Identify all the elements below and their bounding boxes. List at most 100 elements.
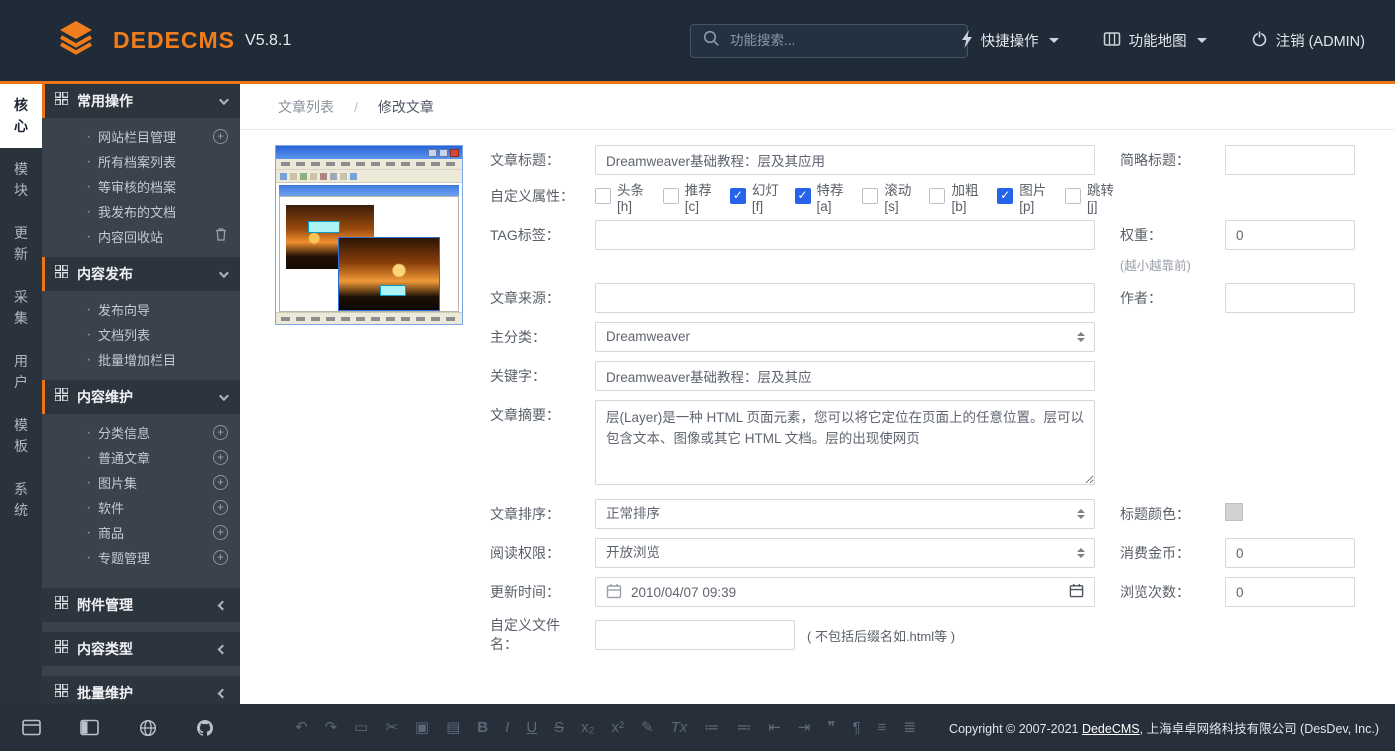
paste-icon[interactable]: ▣ (415, 720, 429, 735)
checkbox-icon[interactable] (862, 188, 878, 204)
checkbox-icon[interactable] (730, 188, 746, 204)
attr-special[interactable]: 特荐[a] (795, 179, 849, 214)
plus-circle-icon[interactable]: + (213, 129, 228, 144)
sidebar-section-content-types[interactable]: 内容类型 (42, 632, 240, 666)
italic-icon[interactable]: I (505, 720, 509, 735)
checkbox-icon[interactable] (929, 188, 945, 204)
logout-button[interactable]: 注销 (ADMIN) (1251, 30, 1365, 51)
author-input[interactable] (1225, 283, 1355, 313)
function-search[interactable] (690, 24, 968, 58)
plus-circle-icon[interactable]: + (213, 500, 228, 515)
sidebar-item-publish-wizard[interactable]: 发布向导 (42, 297, 240, 322)
blockquote-icon[interactable]: ❞ (827, 720, 835, 735)
sidebar-item-batch-add-columns[interactable]: 批量增加栏目 (42, 347, 240, 372)
tag-input[interactable] (595, 220, 1095, 250)
sidebar-item-pending-archives[interactable]: 等审核的档案 (42, 174, 240, 199)
sidebar-section-attachments[interactable]: 附件管理 (42, 588, 240, 622)
outdent-icon[interactable]: ⇤ (768, 720, 781, 735)
format-brush-icon[interactable]: ✎ (641, 720, 654, 735)
sidebar-item-products[interactable]: 商品 + (42, 520, 240, 545)
plus-circle-icon[interactable]: + (213, 550, 228, 565)
quick-actions-menu[interactable]: 快捷操作 (961, 30, 1059, 52)
sidebar-item-category-info[interactable]: 分类信息 + (42, 420, 240, 445)
plus-circle-icon[interactable]: + (213, 475, 228, 490)
rail-tab-modules[interactable]: 模块 (0, 148, 42, 212)
superscript-icon[interactable]: x² (612, 720, 625, 735)
subscript-icon[interactable]: x₂ (581, 720, 594, 735)
sidebar-item-recycle-bin[interactable]: 内容回收站 (42, 224, 240, 249)
trash-icon[interactable] (214, 227, 228, 247)
breadcrumb-article-list[interactable]: 文章列表 (278, 97, 334, 117)
layout-panel-icon[interactable] (80, 719, 99, 736)
attr-image[interactable]: 图片[p] (997, 179, 1051, 214)
calendar-picker-icon[interactable] (1069, 583, 1084, 601)
title-color-swatch[interactable] (1225, 503, 1243, 521)
ordered-list-icon[interactable]: ≔ (704, 720, 719, 735)
sidebar-item-image-gallery[interactable]: 图片集 + (42, 470, 240, 495)
redo-icon[interactable]: ↷ (325, 720, 338, 735)
attr-headline[interactable]: 头条[h] (595, 179, 649, 214)
read-perm-select[interactable]: 开放浏览 (595, 538, 1095, 568)
sidebar-section-content-publish[interactable]: 内容发布 (42, 257, 240, 291)
paragraph-icon[interactable]: ¶ (852, 720, 860, 735)
filename-input[interactable] (595, 620, 795, 650)
bold-icon[interactable]: B (477, 720, 488, 735)
unordered-list-icon[interactable]: ≕ (736, 720, 751, 735)
attr-recommend[interactable]: 推荐[c] (663, 179, 716, 214)
source-icon[interactable]: ▭ (354, 720, 368, 735)
brand[interactable]: DEDECMS V5.8.1 (55, 18, 291, 63)
views-input[interactable] (1225, 577, 1355, 607)
sidebar-item-software[interactable]: 软件 + (42, 495, 240, 520)
sidebar-item-topics[interactable]: 专题管理 + (42, 545, 240, 570)
keywords-input[interactable] (595, 361, 1095, 391)
sort-select[interactable]: 正常排序 (595, 499, 1095, 529)
paste-word-icon[interactable]: ▤ (446, 720, 460, 735)
undo-icon[interactable]: ↶ (295, 720, 308, 735)
strikethrough-icon[interactable]: S (554, 720, 564, 735)
underline-icon[interactable]: U (526, 720, 537, 735)
update-time-input[interactable]: 2010/04/07 09:39 (595, 577, 1095, 607)
checkbox-icon[interactable] (663, 188, 679, 204)
checkbox-icon[interactable] (997, 188, 1013, 204)
rail-tab-core[interactable]: 核心 (0, 84, 42, 148)
sidebar-item-my-documents[interactable]: 我发布的文档 (42, 199, 240, 224)
align-justify-icon[interactable]: ≣ (903, 720, 916, 735)
indent-icon[interactable]: ⇥ (798, 720, 811, 735)
sidebar-item-all-archives[interactable]: 所有档案列表 (42, 149, 240, 174)
attr-scroll[interactable]: 滚动[s] (862, 179, 915, 214)
rail-tab-templates[interactable]: 模板 (0, 404, 42, 468)
rail-tab-update[interactable]: 更新 (0, 212, 42, 276)
globe-icon[interactable] (139, 719, 157, 737)
search-input[interactable] (730, 33, 955, 48)
plus-circle-icon[interactable]: + (213, 525, 228, 540)
checkbox-icon[interactable] (595, 188, 611, 204)
short-title-input[interactable] (1225, 145, 1355, 175)
article-title-input[interactable] (595, 145, 1095, 175)
attr-slide[interactable]: 幻灯[f] (730, 179, 781, 214)
rail-tab-users[interactable]: 用户 (0, 340, 42, 404)
window-icon[interactable] (22, 719, 41, 736)
coin-input[interactable] (1225, 538, 1355, 568)
attr-jump[interactable]: 跳转[j] (1065, 179, 1115, 214)
sidebar-item-document-list[interactable]: 文档列表 (42, 322, 240, 347)
article-thumbnail[interactable] (275, 145, 463, 325)
feature-map-menu[interactable]: 功能地图 (1103, 30, 1207, 51)
sidebar-section-content-maintain[interactable]: 内容维护 (42, 380, 240, 414)
source-input[interactable] (595, 283, 1095, 313)
cut-icon[interactable]: ✂ (385, 720, 398, 735)
github-icon[interactable] (196, 719, 214, 737)
clear-format-icon[interactable]: Tx (671, 720, 688, 735)
sidebar-section-common-ops[interactable]: 常用操作 (42, 84, 240, 118)
attr-bold[interactable]: 加粗[b] (929, 179, 983, 214)
dedecms-link[interactable]: DedeCMS (1082, 722, 1140, 736)
rail-tab-system[interactable]: 系统 (0, 468, 42, 532)
weight-input[interactable] (1225, 220, 1355, 250)
abstract-textarea[interactable]: 层(Layer)是一种 HTML 页面元素，您可以将它定位在页面上的任意位置。层… (595, 400, 1095, 485)
category-select[interactable]: Dreamweaver (595, 322, 1095, 352)
rail-tab-collect[interactable]: 采集 (0, 276, 42, 340)
sidebar-item-site-columns[interactable]: 网站栏目管理 + (42, 124, 240, 149)
checkbox-icon[interactable] (795, 188, 811, 204)
plus-circle-icon[interactable]: + (213, 450, 228, 465)
checkbox-icon[interactable] (1065, 188, 1081, 204)
sidebar-item-normal-article[interactable]: 普通文章 + (42, 445, 240, 470)
